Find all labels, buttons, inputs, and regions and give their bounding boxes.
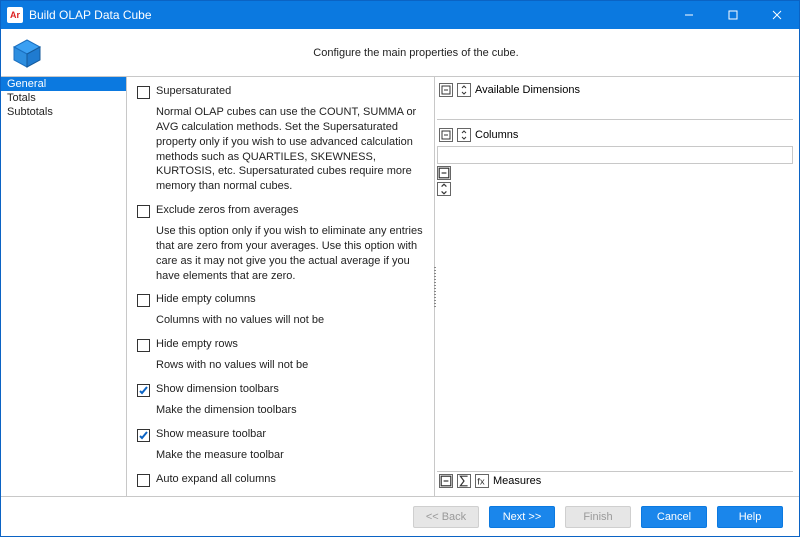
body: General Totals Subtotals Supersaturated … — [1, 77, 799, 496]
options-pane: Supersaturated Normal OLAP cubes can use… — [127, 77, 435, 496]
sidebar-item-general[interactable]: General — [1, 77, 126, 91]
minimize-button[interactable] — [667, 1, 711, 29]
app-icon: Ar — [7, 7, 23, 23]
available-dimensions-label: Available Dimensions — [475, 84, 580, 96]
label-auto-expand-cols: Auto expand all columns — [156, 473, 276, 485]
titlebar: Ar Build OLAP Data Cube — [1, 1, 799, 29]
close-button[interactable] — [755, 1, 799, 29]
label-exclude-zeros: Exclude zeros from averages — [156, 204, 298, 216]
maximize-button[interactable] — [711, 1, 755, 29]
function-icon[interactable]: fx — [475, 474, 489, 488]
window-title: Build OLAP Data Cube — [29, 8, 152, 22]
collapse-icon[interactable] — [439, 128, 453, 142]
desc-show-measure-toolbar: Make the measure toolbar — [156, 448, 424, 463]
checkbox-show-measure-toolbar[interactable] — [137, 429, 150, 442]
label-supersaturated: Supersaturated — [156, 85, 231, 97]
checkbox-hide-empty-cols[interactable] — [137, 294, 150, 307]
desc-hide-empty-rows: Rows with no values will not be — [156, 358, 424, 373]
sidebar-item-subtotals[interactable]: Subtotals — [1, 105, 126, 119]
checkbox-auto-expand-cols[interactable] — [137, 474, 150, 487]
rows-area — [437, 164, 793, 469]
header-caption: Configure the main properties of the cub… — [43, 47, 789, 59]
collapse-icon[interactable] — [437, 166, 451, 180]
label-hide-empty-cols: Hide empty columns — [156, 293, 256, 305]
desc-hide-empty-cols: Columns with no values will not be — [156, 313, 424, 328]
cube-icon — [11, 37, 43, 69]
desc-supersaturated: Normal OLAP cubes can use the COUNT, SUM… — [156, 105, 424, 194]
splitter[interactable] — [432, 77, 437, 496]
footer: << Back Next >> Finish Cancel Help — [1, 496, 799, 536]
checkbox-supersaturated[interactable] — [137, 86, 150, 99]
sort-icon[interactable] — [437, 182, 451, 196]
columns-header: Columns — [437, 126, 793, 144]
columns-label: Columns — [475, 129, 518, 141]
checkbox-show-dim-toolbars[interactable] — [137, 384, 150, 397]
rows-toolbar — [437, 164, 455, 469]
sort-icon[interactable] — [457, 83, 471, 97]
right-pane: Available Dimensions Columns — [435, 77, 799, 496]
window: Ar Build OLAP Data Cube Configure the ma… — [0, 0, 800, 537]
sigma-icon[interactable] — [457, 474, 471, 488]
available-dimensions-header: Available Dimensions — [437, 81, 793, 99]
measures-header: fx Measures — [437, 471, 793, 490]
header-strip: Configure the main properties of the cub… — [1, 29, 799, 77]
columns-list[interactable] — [437, 146, 793, 164]
desc-exclude-zeros: Use this option only if you wish to elim… — [156, 224, 424, 283]
sort-icon[interactable] — [457, 128, 471, 142]
measures-label: Measures — [493, 475, 541, 487]
data-grid[interactable] — [455, 164, 793, 469]
sidebar: General Totals Subtotals — [1, 77, 127, 496]
collapse-icon[interactable] — [439, 83, 453, 97]
svg-text:fx: fx — [477, 477, 485, 487]
finish-button: Finish — [565, 506, 631, 528]
available-dimensions-list[interactable] — [437, 99, 793, 117]
sidebar-item-totals[interactable]: Totals — [1, 91, 126, 105]
label-hide-empty-rows: Hide empty rows — [156, 338, 238, 350]
collapse-icon[interactable] — [439, 474, 453, 488]
next-button[interactable]: Next >> — [489, 506, 555, 528]
main: Supersaturated Normal OLAP cubes can use… — [127, 77, 799, 496]
back-button: << Back — [413, 506, 479, 528]
cancel-button[interactable]: Cancel — [641, 506, 707, 528]
checkbox-hide-empty-rows[interactable] — [137, 339, 150, 352]
desc-show-dim-toolbars: Make the dimension toolbars — [156, 403, 424, 418]
help-button[interactable]: Help — [717, 506, 783, 528]
label-show-dim-toolbars: Show dimension toolbars — [156, 383, 279, 395]
checkbox-exclude-zeros[interactable] — [137, 205, 150, 218]
label-show-measure-toolbar: Show measure toolbar — [156, 428, 266, 440]
